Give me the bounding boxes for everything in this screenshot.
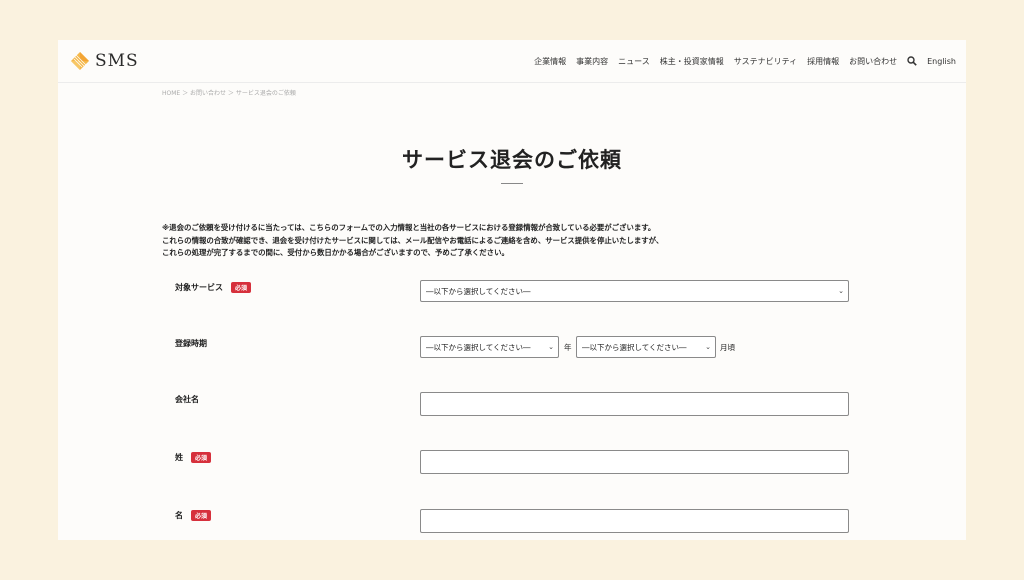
- notice-text: ※退会のご依頼を受け付けるに当たっては、こちらのフォームでの入力情報と当社の各サ…: [162, 222, 862, 260]
- logo-text: SMS: [95, 51, 139, 71]
- service-label-text: 対象サービス: [175, 283, 223, 292]
- period-label: 登録時期: [175, 338, 207, 349]
- period-year-select[interactable]: ―以下から選択してください― ⌄: [420, 336, 559, 358]
- month-unit: 月頃: [720, 343, 735, 352]
- site-header: SMS 企業情報 事業内容 ニュース 株主・投資家情報 サステナビリティ 採用情…: [58, 40, 966, 83]
- period-month-select[interactable]: ―以下から選択してください― ⌄: [576, 336, 716, 358]
- chevron-down-icon: ⌄: [548, 343, 554, 351]
- last-name-input[interactable]: [420, 450, 849, 474]
- nav-item-company[interactable]: 企業情報: [534, 56, 566, 67]
- first-name-input[interactable]: [420, 509, 849, 533]
- title-divider: [501, 183, 523, 184]
- nav-item-ir[interactable]: 株主・投資家情報: [660, 56, 724, 67]
- service-label: 対象サービス 必須: [175, 282, 252, 293]
- logo-mark-icon: [71, 52, 89, 70]
- required-badge: 必須: [191, 452, 212, 463]
- notice-line: これらの情報の合致が確認でき、退会を受け付けたサービスに関しては、メール配信やお…: [162, 235, 664, 245]
- main-nav: 企業情報 事業内容 ニュース 株主・投資家情報 サステナビリティ 採用情報 お問…: [534, 40, 956, 82]
- company-label-text: 会社名: [175, 395, 199, 404]
- nav-item-contact[interactable]: お問い合わせ: [849, 56, 897, 67]
- company-label: 会社名: [175, 394, 199, 405]
- required-badge: 必須: [231, 282, 252, 293]
- search-icon[interactable]: [907, 56, 917, 66]
- last-name-label: 姓 必須: [175, 452, 212, 463]
- nav-language-english[interactable]: English: [927, 57, 956, 66]
- nav-item-sustainability[interactable]: サステナビリティ: [734, 56, 797, 67]
- required-badge: 必須: [191, 510, 212, 521]
- first-name-label-text: 名: [175, 511, 183, 520]
- notice-line: これらの処理が完了するまでの間に、受付から数日かかる場合がございますので、予めご…: [162, 248, 509, 257]
- chevron-down-icon: ⌄: [838, 287, 844, 295]
- period-label-text: 登録時期: [175, 339, 207, 348]
- nav-item-business[interactable]: 事業内容: [576, 56, 608, 67]
- chevron-down-icon: ⌄: [705, 343, 711, 351]
- company-input[interactable]: [420, 392, 849, 416]
- service-select-value: ―以下から選択してください―: [426, 286, 531, 296]
- nav-item-recruit[interactable]: 採用情報: [807, 56, 839, 67]
- last-name-label-text: 姓: [175, 453, 183, 462]
- notice-line: ※退会のご依頼を受け付けるに当たっては、こちらのフォームでの入力情報と当社の各サ…: [162, 223, 656, 232]
- site-logo[interactable]: SMS: [70, 51, 139, 71]
- year-unit: 年: [564, 343, 572, 352]
- first-name-label: 名 必須: [175, 510, 212, 521]
- period-month-value: ―以下から選択してください―: [582, 342, 687, 352]
- nav-item-news[interactable]: ニュース: [618, 56, 650, 67]
- page-title: サービス退会のご依頼: [402, 148, 622, 172]
- browser-page: SMS 企業情報 事業内容 ニュース 株主・投資家情報 サステナビリティ 採用情…: [58, 40, 966, 540]
- period-year-value: ―以下から選択してください―: [426, 342, 531, 352]
- breadcrumb[interactable]: HOME ＞ お問い合わせ ＞ サービス退会のご依頼: [162, 88, 296, 97]
- service-select[interactable]: ―以下から選択してください― ⌄: [420, 280, 849, 302]
